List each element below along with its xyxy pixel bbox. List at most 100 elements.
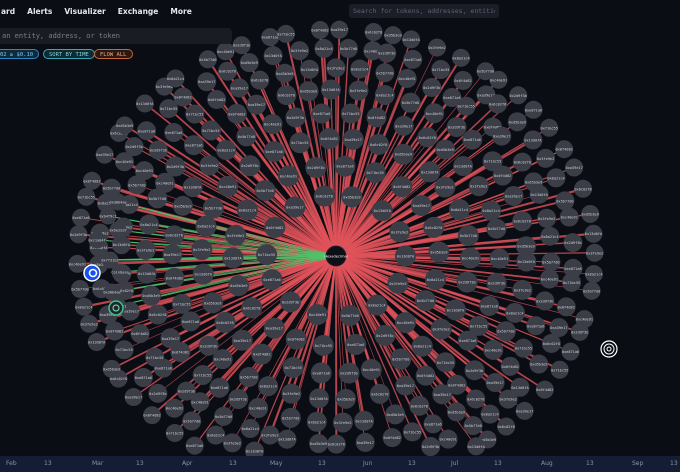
address-node-label: 0xe871a6 [525, 108, 542, 112]
address-node-label: 0x0f4d82 [555, 148, 572, 152]
address-node-label: 0xd5b3e9 [103, 367, 120, 371]
address-node-label: 0xa39e17 [96, 153, 113, 157]
address-node-label: 0xa39e17 [198, 80, 215, 84]
address-node-label: 0x3fe9e2 [538, 217, 555, 221]
timeline-tick: May [270, 460, 283, 467]
address-node-label: 0x13d0fA [310, 397, 328, 401]
address-node-label: 0x71bc55 [458, 105, 475, 109]
address-node-label: 0xc40e91 [490, 78, 507, 82]
address-node-label: 0x6c02f8 [467, 398, 484, 402]
address-node-label: 0x71bc55 [202, 129, 219, 133]
address-node-label: 0xd5b3e9 [530, 363, 547, 367]
address-node-label: 0xc40e91 [576, 318, 593, 322]
address-node-label: 0x2d9f3b [307, 166, 324, 170]
address-node-label: 0x6c02f8 [216, 321, 233, 325]
address-node-label: 0xe871a6 [313, 112, 330, 116]
sort-by-time-chip[interactable]: SORT BY TIME [43, 49, 95, 59]
address-node-label: 0xe871a6 [186, 444, 203, 448]
timeline-tick: Feb [6, 460, 17, 467]
address-node-label: 0xd5b3e9 [582, 212, 599, 216]
address-node-label: 0xa39e17 [486, 381, 503, 385]
address-node-label: 0xc40e91 [249, 407, 266, 411]
timeline-tick: 13 [408, 460, 416, 467]
nav-exchange[interactable]: Exchange [118, 7, 159, 16]
flow-all-chip[interactable]: FLOW ALL [94, 49, 133, 59]
address-node-label: 0x71bc55 [563, 281, 580, 285]
address-node-label: 0x13d0fA [264, 54, 282, 58]
address-node-label: 0xc40e91 [363, 368, 380, 372]
address-node-label: 0xa39e17 [125, 396, 142, 400]
address-node-label: 0xc40e91 [462, 257, 479, 261]
address-node-label: 0x71bc55 [291, 141, 308, 145]
address-node-label: 0x5b77d0 [464, 424, 481, 428]
address-node-label: 0x13d0fA [454, 164, 472, 168]
timeline-tick: 13 [586, 460, 594, 467]
top-nav: ard Alerts Visualizer Exchange More [0, 0, 680, 22]
address-node-label: 0xe871a6 [424, 422, 441, 426]
address-node-label: 0x13d0fA [585, 232, 603, 236]
address-node-label: 0x5b77d0 [542, 260, 559, 264]
address-node-label: 0x13d0fA [524, 138, 542, 142]
timeline-tick: 13 [136, 460, 144, 467]
address-node-label: 0xe871a6 [72, 216, 89, 220]
address-node-label: 0xc40e91 [69, 262, 86, 266]
address-node-label: 0x2d9f3b [458, 281, 475, 285]
address-node-label: 0x2d9f3b [282, 300, 299, 304]
address-node-label: 0xc40e91 [156, 181, 173, 185]
address-node-label: 0x2d9f3b [200, 344, 217, 348]
address-node-label: 0x13d0fA [355, 419, 373, 423]
address-node-label: 0x13d0fA [421, 170, 439, 174]
address-node-label: 0xd5b3e9 [337, 397, 354, 401]
address-node-label: 0x3fe9e2 [201, 164, 218, 168]
address-node-label: 0x2d9f3b [70, 233, 87, 237]
address-node-label: 0x13d0fA [136, 102, 154, 106]
nav-alerts[interactable]: Alerts [27, 7, 52, 16]
flow-graph[interactable]: 0x13d0fA 0x3fe9e2 0x8a21c4 0x5b77d0 0xc40e91… [0, 0, 680, 456]
address-node-label: 0x2d9f3b [125, 145, 142, 149]
timeline-tick: Apr [182, 460, 193, 467]
address-node-label: 0x0f4d82 [174, 96, 191, 100]
address-node-label: 0x0f4d82 [494, 174, 511, 178]
address-node-label: 0xd5b3e9 [509, 120, 526, 124]
nav-more[interactable]: More [170, 7, 191, 16]
address-node-label: 0x5b77d0 [556, 199, 573, 203]
address-node-label: 0x5b77d0 [256, 189, 273, 193]
address-node-label: 0xc40e91 [439, 438, 456, 442]
address-node-label: 0x8a21c4 [452, 56, 469, 60]
address-node-label: 0xe871a6 [464, 138, 481, 142]
coinbase-icon[interactable] [83, 264, 101, 282]
source-node-label: 0xc1a04f [88, 239, 105, 243]
address-node-label: 0x6c02f8 [166, 234, 183, 238]
address-node-label: 0x8a21c4 [427, 278, 444, 282]
exchange-entity-icon[interactable] [108, 300, 124, 316]
timeline-bar[interactable]: Feb 13 Mar 13 Apr 13 May 13 Jun 13 Jul 1… [0, 456, 680, 472]
address-node-label: 0xa39e17 [162, 337, 179, 341]
address-node-label: 0x13d0fA [397, 255, 415, 259]
address-node-label: 0x6c02f8 [219, 70, 236, 74]
address-node-label: 0x3fe9e2 [80, 322, 97, 326]
timeline-tick: 13 [318, 460, 326, 467]
address-node-label: 0x3fe9e2 [499, 398, 516, 402]
address-node-label: 0x2d9f3b [423, 86, 440, 90]
nav-visualizer[interactable]: Visualizer [64, 7, 105, 16]
global-search-input[interactable] [349, 4, 499, 18]
address-node-label: 0xa39e17 [164, 253, 181, 257]
entity-search-input[interactable] [0, 28, 232, 44]
source-node-label: 0xd0b4ae [103, 291, 120, 295]
address-node-label: 0x2d9f3b [167, 165, 184, 169]
hub-node-label: Hexadecimal [324, 254, 347, 258]
timeline-tick: 13 [494, 460, 502, 467]
address-node-label: 0x5b77d0 [583, 289, 600, 293]
address-node-label: 0xd5b3e9 [116, 124, 133, 128]
address-node-label: 0x71bc55 [541, 126, 558, 130]
address-node-label: 0x5b77d0 [71, 287, 88, 291]
address-node-label: 0x8a21c4 [197, 225, 214, 229]
value-filter-chip[interactable]: 02 ≥ $0.10 [0, 49, 40, 59]
address-node-label: 0x3fe9e2 [391, 230, 408, 234]
timeline-tick: 13 [670, 460, 678, 467]
address-node-label: 0x3fe9e2 [428, 46, 445, 50]
nav-dashboard[interactable]: ard [1, 7, 15, 16]
spiral-entity-icon[interactable] [600, 340, 618, 358]
address-node-label: 0x5b77d0 [103, 187, 120, 191]
address-node-label: 0x0f4d82 [448, 383, 465, 387]
